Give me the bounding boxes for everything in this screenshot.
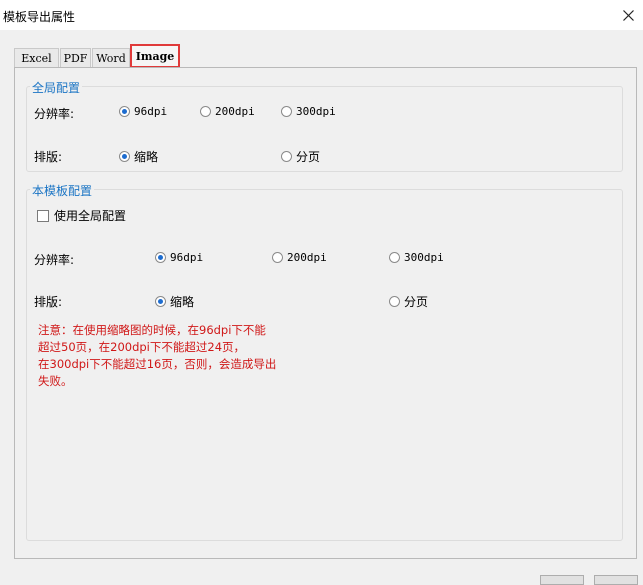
radio-label: 200dpi — [287, 251, 327, 264]
global-resolution-200dpi-radio[interactable]: 200dpi — [200, 105, 255, 118]
global-resolution-300dpi-radio[interactable]: 300dpi — [281, 105, 336, 118]
radio-unselected-icon — [281, 151, 292, 162]
template-layout-thumbnail-radio[interactable]: 缩略 — [155, 293, 194, 310]
template-layout-paged-radio[interactable]: 分页 — [389, 293, 428, 310]
use-global-config-checkbox[interactable]: 使用全局配置 — [37, 207, 126, 224]
radio-unselected-icon — [281, 106, 292, 117]
dialog-button-partial[interactable] — [594, 575, 638, 585]
global-resolution-96dpi-radio[interactable]: 96dpi — [119, 105, 167, 118]
template-resolution-label: 分辨率: — [34, 253, 75, 267]
template-resolution-300dpi-radio[interactable]: 300dpi — [389, 251, 444, 264]
global-resolution-label: 分辨率: — [34, 107, 75, 121]
tab-image[interactable]: Image — [130, 44, 180, 68]
global-layout-label: 排版: — [34, 150, 63, 164]
close-icon — [622, 9, 634, 21]
template-resolution-96dpi-radio[interactable]: 96dpi — [155, 251, 203, 264]
global-layout-thumbnail-radio[interactable]: 缩略 — [119, 148, 158, 165]
radio-label: 300dpi — [296, 105, 336, 118]
global-config-group — [26, 86, 623, 172]
warning-note: 注意：在使用缩略图的时候，在96dpi下不能 超过50页，在200dpi下不能超… — [38, 322, 298, 390]
radio-label: 96dpi — [170, 251, 204, 264]
tab-word[interactable]: Word — [92, 48, 130, 68]
template-layout-label: 排版: — [34, 295, 63, 309]
radio-label: 分页 — [404, 295, 429, 309]
checkbox-unchecked-icon — [37, 209, 49, 222]
warning-note-line: 注意：在使用缩略图的时候，在96dpi下不能 — [38, 323, 266, 337]
window-title: 模板导出属性 — [3, 10, 76, 24]
warning-note-line: 失败。 — [38, 374, 73, 388]
tab-excel[interactable]: Excel — [14, 48, 59, 68]
warning-note-line: 超过50页，在200dpi下不能超过24页， — [38, 340, 246, 354]
close-button[interactable] — [616, 4, 640, 26]
radio-unselected-icon — [389, 296, 400, 307]
checkbox-label: 使用全局配置 — [54, 209, 127, 223]
radio-unselected-icon — [200, 106, 211, 117]
radio-unselected-icon — [272, 252, 283, 263]
template-config-title: 本模板配置 — [30, 182, 95, 199]
radio-selected-icon — [155, 296, 166, 307]
radio-label: 96dpi — [134, 105, 168, 118]
radio-label: 缩略 — [170, 295, 195, 309]
warning-note-line: 在300dpi下不能超过16页，否则，会造成导出 — [38, 357, 277, 371]
radio-label: 缩略 — [134, 150, 159, 164]
global-config-title: 全局配置 — [30, 79, 83, 96]
radio-selected-icon — [119, 106, 130, 117]
radio-label: 分页 — [296, 150, 321, 164]
tab-pdf[interactable]: PDF — [60, 48, 91, 68]
radio-label: 200dpi — [215, 105, 255, 118]
dialog-button-partial[interactable] — [540, 575, 584, 585]
radio-label: 300dpi — [404, 251, 444, 264]
title-bar: 模板导出属性 — [0, 0, 643, 30]
global-layout-paged-radio[interactable]: 分页 — [281, 148, 320, 165]
radio-selected-icon — [119, 151, 130, 162]
radio-unselected-icon — [389, 252, 400, 263]
template-resolution-200dpi-radio[interactable]: 200dpi — [272, 251, 327, 264]
radio-selected-icon — [155, 252, 166, 263]
